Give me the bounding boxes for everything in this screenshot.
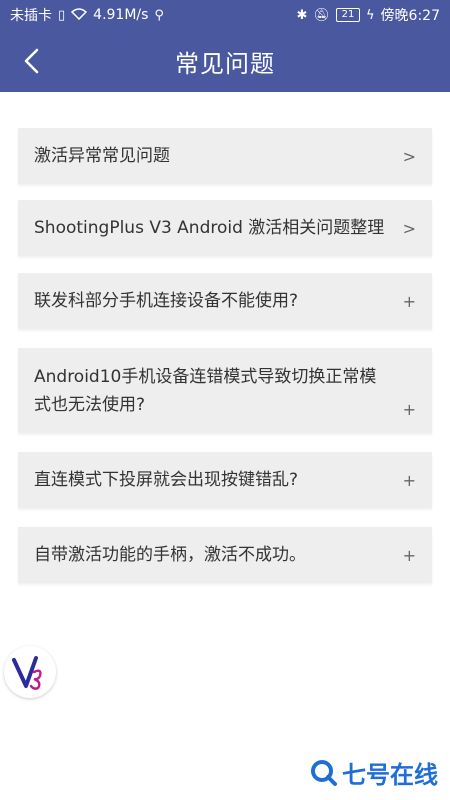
- faq-item-label: Android10手机设备连错模式导致切换正常模式也无法使用?: [34, 366, 377, 415]
- faq-item-direct-mode-cast[interactable]: 直连模式下投屏就会出现按键错乱? +: [18, 452, 432, 508]
- faq-item-activation-issues[interactable]: 激活异常常见问题 >: [18, 128, 432, 184]
- battery-level: 21: [341, 9, 355, 20]
- search-logo-icon: [311, 759, 337, 786]
- network-speed: 4.91M/s: [93, 7, 149, 23]
- sim-icon: ▯: [58, 7, 66, 23]
- usb-icon: ⚲: [154, 7, 164, 23]
- page-title: 常见问题: [175, 49, 275, 78]
- faq-item-v3-android-activation[interactable]: ShootingPlus V3 Android 激活相关问题整理 >: [18, 200, 432, 256]
- faq-item-builtin-activation[interactable]: 自带激活功能的手柄，激活不成功。 +: [18, 527, 432, 583]
- expand-plus-icon: +: [402, 470, 416, 490]
- carrier-text: 未插卡: [10, 8, 52, 24]
- faq-item-label: 直连模式下投屏就会出现按键错乱?: [34, 470, 299, 490]
- faq-item-label: 联发科部分手机连接设备不能使用?: [34, 291, 299, 311]
- wifi-icon: [71, 7, 88, 23]
- expand-plus-icon: +: [402, 400, 416, 419]
- chevron-right-icon: >: [402, 218, 416, 238]
- battery-icon: 21: [335, 8, 360, 22]
- v3-logo-icon: [12, 656, 42, 690]
- back-button[interactable]: [12, 30, 52, 92]
- status-bar-right: ✱ 🔕︎ 21 ϟ 傍晚6:27: [297, 5, 440, 25]
- notification-off-icon: 🔕︎: [313, 7, 330, 23]
- watermark-text: 七号在线: [342, 761, 438, 789]
- faq-item-mediatek-phones[interactable]: 联发科部分手机连接设备不能使用? +: [18, 273, 432, 329]
- chevron-left-icon: [24, 48, 39, 74]
- faq-item-label: 自带激活功能的手柄，激活不成功。: [34, 545, 306, 565]
- app-header: 常见问题: [0, 30, 450, 92]
- faq-item-label: ShootingPlus V3 Android 激活相关问题整理: [34, 218, 385, 238]
- floating-app-logo[interactable]: [4, 646, 56, 698]
- chevron-right-icon: >: [402, 146, 416, 166]
- expand-plus-icon: +: [402, 545, 416, 565]
- charging-icon: ϟ: [365, 7, 375, 23]
- expand-plus-icon: +: [402, 291, 416, 311]
- bluetooth-icon: ✱: [296, 7, 308, 23]
- status-bar: 未插卡 ▯ 4.91M/s ⚲ ✱ 🔕︎ 21 ϟ 傍晚6:27: [0, 0, 450, 30]
- faq-item-label: 激活异常常见问题: [34, 146, 170, 166]
- faq-item-android10-mode[interactable]: Android10手机设备连错模式导致切换正常模式也无法使用? +: [18, 348, 432, 433]
- watermark: 七号在线: [310, 755, 438, 790]
- clock: 傍晚6:27: [380, 8, 440, 24]
- status-bar-left: 未插卡 ▯ 4.91M/s ⚲: [10, 5, 164, 25]
